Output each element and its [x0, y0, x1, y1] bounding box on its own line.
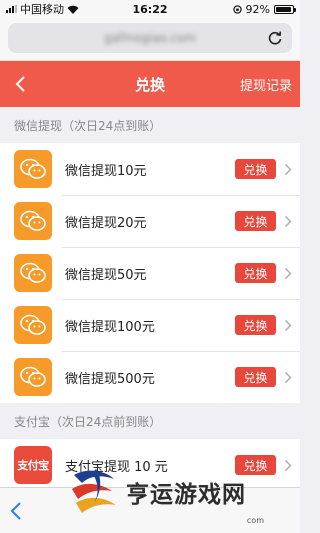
- wechat-withdraw-500-row[interactable]: 微信提现500元 兑换: [0, 351, 300, 403]
- watermark: 亨运游戏网 com: [66, 457, 294, 527]
- url-text: gafmsgiao.com: [103, 31, 196, 45]
- browser-back-icon[interactable]: [10, 501, 22, 521]
- chevron-right-icon: [276, 371, 300, 384]
- alipay-icon: 支付宝: [14, 446, 52, 484]
- rotation-lock-icon: [232, 4, 242, 14]
- wechat-withdraw-100-row[interactable]: 微信提现100元 兑换: [0, 299, 300, 351]
- watermark-subtext: com: [246, 516, 264, 525]
- nav-header: 兑换 提现记录: [0, 61, 300, 107]
- wechat-icon: [14, 150, 52, 188]
- wifi-icon: [67, 5, 79, 14]
- wechat-section-header: 微信提现（次日24点到账）: [14, 118, 162, 133]
- item-label: 微信提现50元: [65, 267, 147, 283]
- withdraw-records-link[interactable]: 提现记录: [240, 75, 300, 94]
- chevron-right-icon: [276, 215, 300, 228]
- wechat-list: 微信提现10元 兑换 微信提现20元 兑换 微信提现50元 兑换 微信提现100…: [0, 143, 300, 403]
- exchange-button[interactable]: 兑换: [235, 159, 276, 179]
- exchange-button[interactable]: 兑换: [235, 315, 276, 335]
- item-label: 微信提现500元: [65, 371, 155, 387]
- item-label: 微信提现100元: [65, 319, 155, 335]
- reload-icon[interactable]: [266, 29, 284, 47]
- exchange-button[interactable]: 兑换: [235, 211, 276, 231]
- exchange-button[interactable]: 兑换: [235, 263, 276, 283]
- alipay-section-header: 支付宝（次日24点前到账）: [14, 414, 162, 429]
- battery-percent: 92%: [245, 2, 270, 16]
- watermark-text: 亨运游戏网: [126, 481, 246, 508]
- wechat-icon: [14, 202, 52, 240]
- back-arrow-icon: [15, 76, 25, 92]
- chevron-right-icon: [276, 319, 300, 332]
- exchange-button[interactable]: 兑换: [235, 367, 276, 387]
- signal-icon: [6, 5, 17, 13]
- chevron-right-icon: [276, 163, 300, 176]
- wechat-icon: [14, 254, 52, 292]
- browser-toolbar: gafmsgiao.com: [0, 18, 300, 61]
- battery-icon: [274, 4, 296, 14]
- wechat-withdraw-10-row[interactable]: 微信提现10元 兑换: [0, 143, 300, 195]
- item-label: 微信提现20元: [65, 215, 147, 231]
- back-button[interactable]: [0, 61, 40, 107]
- address-bar[interactable]: gafmsgiao.com: [8, 23, 292, 53]
- carrier-label: 中国移动: [20, 3, 64, 16]
- wechat-icon: [14, 306, 52, 344]
- wechat-withdraw-20-row[interactable]: 微信提现20元 兑换: [0, 195, 300, 247]
- wechat-icon: [14, 358, 52, 396]
- status-bar: 中国移动 16:22 92%: [0, 0, 300, 18]
- wechat-withdraw-50-row[interactable]: 微信提现50元 兑换: [0, 247, 300, 299]
- dragon-logo-icon: [72, 469, 116, 513]
- item-label: 微信提现10元: [65, 163, 147, 179]
- chevron-right-icon: [276, 267, 300, 280]
